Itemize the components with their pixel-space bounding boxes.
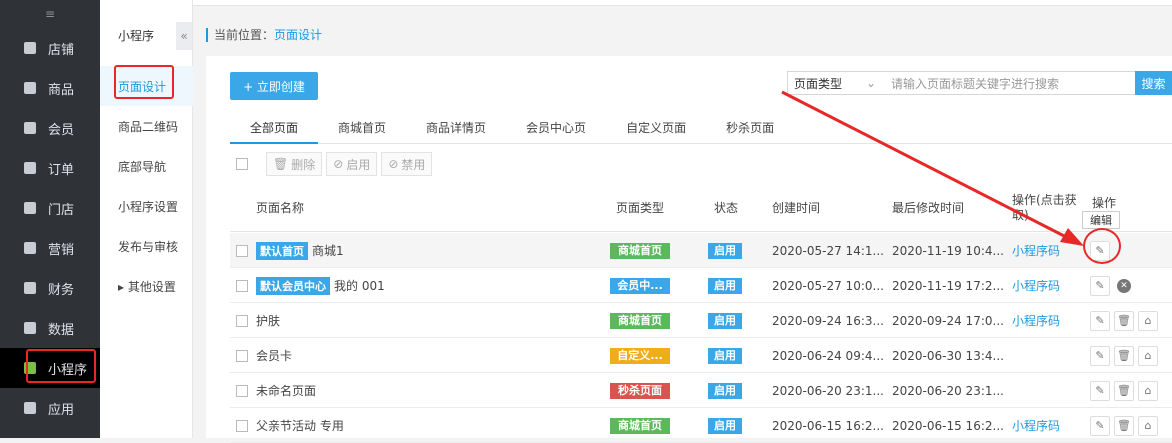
arrow-head (1060, 228, 1084, 246)
arrow-line (781, 90, 1073, 242)
arrow-annotation (781, 90, 1084, 246)
